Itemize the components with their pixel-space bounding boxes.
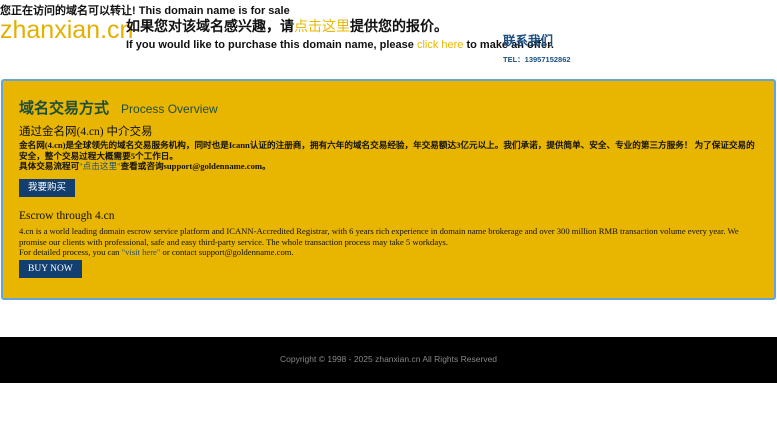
contact-phone: TEL：13957152862 xyxy=(503,55,571,64)
en-text-line2-after: or contact support@goldenname.com. xyxy=(160,247,294,257)
offer-text-en: If you would like to purchase this domai… xyxy=(126,39,554,51)
cn-section-heading: 通过金名网(4.cn) 中介交易 xyxy=(19,126,153,138)
copyright-text: Copyright © 1998 - 2025 zhanxian.cn All … xyxy=(280,354,497,364)
offer-cn-link[interactable]: 点击这里 xyxy=(294,19,350,35)
panel-subtitle: Process Overview xyxy=(121,102,218,116)
cn-text-line2-before: 具体交易流程可 xyxy=(19,161,80,171)
offer-cn-after: 提供您的报价。 xyxy=(350,19,448,35)
contact-us-link[interactable]: 联系我们 xyxy=(503,30,553,49)
cn-text-line2-after: 查看或咨询support@goldenname.com。 xyxy=(120,161,271,171)
cn-process-link[interactable]: "点击这里" xyxy=(79,161,120,171)
buy-button-cn[interactable]: 我要购买 xyxy=(19,179,76,197)
footer: Copyright © 1998 - 2025 zhanxian.cn All … xyxy=(0,337,777,383)
process-overview-panel: 域名交易方式 Process Overview 通过金名网(4.cn) 中介交易… xyxy=(1,79,776,300)
en-section-heading: Escrow through 4.cn xyxy=(19,210,115,222)
en-section-text: 4.cn is a world leading domain escrow se… xyxy=(19,226,761,258)
offer-en-link[interactable]: click here xyxy=(417,39,463,51)
en-text-line2-before: For detailed process, you can xyxy=(19,247,122,257)
buy-now-button[interactable]: BUY NOW xyxy=(19,260,82,278)
panel-title: 域名交易方式 xyxy=(19,99,110,117)
cn-section-text: 金名网(4.cn)是全球领先的域名交易服务机构，同时也是Icann认证的注册商，… xyxy=(19,140,761,172)
panel-header: 域名交易方式 Process Overview xyxy=(19,97,218,118)
cn-text-line1: 金名网(4.cn)是全球领先的域名交易服务机构，同时也是Icann认证的注册商，… xyxy=(19,140,755,161)
offer-cn-before: 如果您对该域名感兴趣，请 xyxy=(126,19,294,35)
offer-en-before: If you would like to purchase this domai… xyxy=(126,39,417,51)
offer-text-cn: 如果您对该域名感兴趣，请点击这里提供您的报价。 xyxy=(126,16,448,36)
site-logo[interactable]: zhanxian.cn xyxy=(0,16,133,45)
en-process-link[interactable]: "visit here" xyxy=(122,247,161,257)
en-text-line1: 4.cn is a world leading domain escrow se… xyxy=(19,226,739,247)
